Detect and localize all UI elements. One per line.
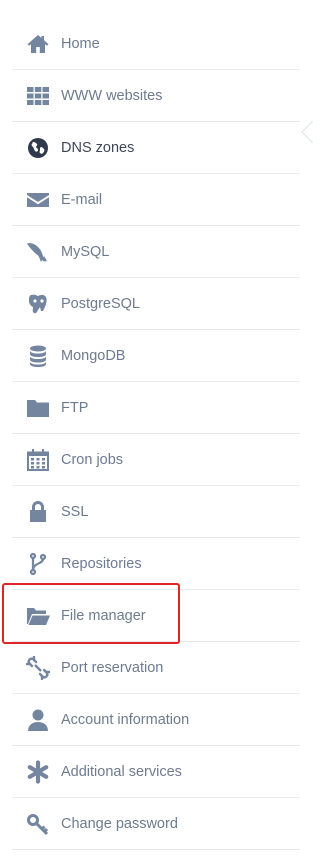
sidebar-item-www-websites[interactable]: WWW websites [12, 70, 300, 122]
grid-icon [25, 83, 51, 109]
branch-icon [25, 551, 51, 577]
sidebar-item-postgresql[interactable]: PostgreSQL [12, 278, 300, 330]
sidebar-item-label: Change password [61, 815, 178, 832]
sidebar-item-label: File manager [61, 607, 146, 624]
folder-icon [25, 395, 51, 421]
sidebar-item-account-information[interactable]: Account information [12, 694, 300, 746]
sidebar-item-ssl[interactable]: SSL [12, 486, 300, 538]
sidebar-item-label: MongoDB [61, 347, 126, 364]
sidebar-item-label: DNS zones [61, 139, 135, 156]
sidebar-item-label: Account information [61, 711, 190, 728]
globe-icon [25, 135, 51, 161]
sidebar-item-label: E-mail [61, 191, 103, 208]
folder-open-icon [25, 603, 51, 629]
sidebar-item-change-password[interactable]: Change password [12, 798, 300, 850]
envelope-icon [25, 187, 51, 213]
unlink-icon [25, 655, 51, 681]
sidebar-item-label: SSL [61, 503, 89, 520]
user-icon [25, 707, 51, 733]
sidebar-item-ftp[interactable]: FTP [12, 382, 300, 434]
sidebar-item-mongodb[interactable]: MongoDB [12, 330, 300, 382]
sidebar-item-label: Additional services [61, 763, 182, 780]
sidebar-item-e-mail[interactable]: E-mail [12, 174, 300, 226]
sidebar-item-port-reservation[interactable]: Port reservation [12, 642, 300, 694]
sidebar-item-home[interactable]: Home [12, 18, 300, 70]
sidebar-item-additional-services[interactable]: Additional services [12, 746, 300, 798]
sidebar-item-label: Cron jobs [61, 451, 124, 468]
dolphin-icon [25, 239, 51, 265]
sidebar-nav: Home WWW websites DNS zones E-mail MySQL [0, 18, 313, 861]
active-item-pointer [301, 121, 313, 143]
calendar-icon [25, 447, 51, 473]
sidebar-item-label: MySQL [61, 243, 110, 260]
sidebar-item-label: WWW websites [61, 87, 163, 104]
key-icon [25, 811, 51, 837]
home-icon [25, 31, 51, 57]
sidebar-item-label: Home [61, 35, 100, 52]
elephant-icon [25, 291, 51, 317]
sidebar-item-label: Repositories [61, 555, 142, 572]
sidebar-item-cron-jobs[interactable]: Cron jobs [12, 434, 300, 486]
asterisk-icon [25, 759, 51, 785]
sidebar-item-mysql[interactable]: MySQL [12, 226, 300, 278]
database-icon [25, 343, 51, 369]
sidebar-item-label: PostgreSQL [61, 295, 140, 312]
sidebar-item-label: FTP [61, 399, 89, 416]
sidebar-item-label: Port reservation [61, 659, 164, 676]
sidebar-item-dns-zones[interactable]: DNS zones [12, 122, 300, 174]
lock-icon [25, 499, 51, 525]
sidebar-item-file-manager[interactable]: File manager [12, 590, 300, 642]
sidebar-item-repositories[interactable]: Repositories [12, 538, 300, 590]
